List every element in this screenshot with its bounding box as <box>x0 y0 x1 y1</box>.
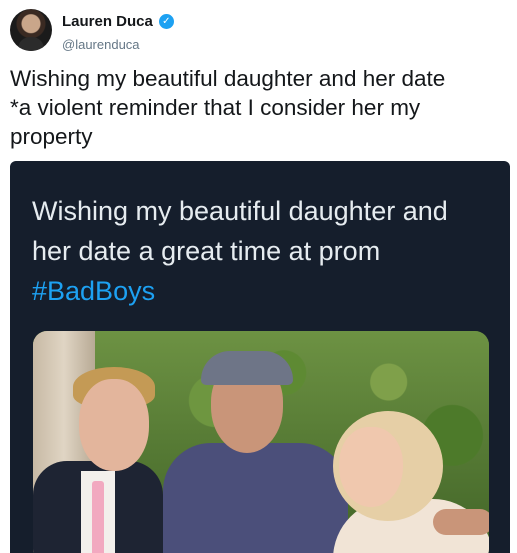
tweet-header: Lauren Duca ✓ @laurenduca <box>10 9 507 55</box>
media-caption-block: Wishing my beautiful daughter and her da… <box>32 191 492 311</box>
tweet-media[interactable]: Wishing my beautiful daughter and her da… <box>10 161 510 553</box>
media-hashtag[interactable]: #BadBoys <box>32 271 492 311</box>
photo-man-cap <box>201 351 293 385</box>
prom-photo <box>33 331 489 553</box>
author-handle[interactable]: @laurenduca <box>62 37 140 52</box>
photo-boy-tie <box>92 481 104 553</box>
author-display-name[interactable]: Lauren Duca <box>62 13 153 30</box>
photo-girl-face <box>339 427 403 507</box>
media-caption: Wishing my beautiful daughter and her da… <box>32 196 448 266</box>
author-name-row: Lauren Duca ✓ <box>62 13 174 30</box>
tweet-text: Wishing my beautiful daughter and her da… <box>10 66 446 149</box>
avatar-patch <box>27 41 35 49</box>
photo-man-arm <box>433 509 489 535</box>
photo-man-shirt <box>163 443 348 553</box>
avatar[interactable] <box>10 9 52 51</box>
verified-badge-icon: ✓ <box>158 14 174 29</box>
photo-boy-face <box>79 379 149 471</box>
